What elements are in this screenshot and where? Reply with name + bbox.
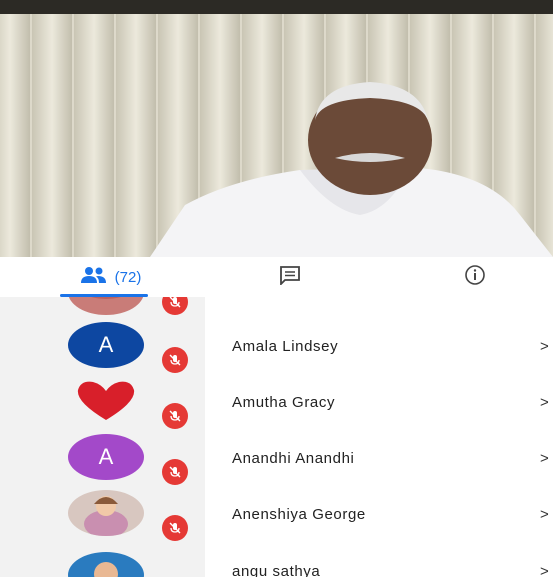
status-bar	[0, 0, 553, 14]
chevron-right-icon[interactable]: >	[540, 394, 549, 411]
mic-muted-icon	[162, 459, 188, 485]
chevron-right-icon[interactable]: >	[540, 563, 549, 577]
info-icon	[464, 264, 486, 291]
curtain-fold	[0, 14, 30, 257]
list-item[interactable]	[0, 297, 553, 325]
list-item[interactable]: A Anandhi Anandhi >	[0, 434, 553, 490]
participant-name: angu sathya	[232, 563, 321, 577]
heart-icon	[77, 381, 135, 420]
participant-name: Anandhi Anandhi	[232, 450, 355, 467]
tab-chat[interactable]	[270, 257, 310, 297]
participant-name: Anenshiya George	[232, 506, 366, 523]
mic-muted-icon	[162, 347, 188, 373]
participant-name: Amutha Gracy	[232, 394, 336, 411]
chat-icon	[279, 265, 301, 290]
avatar	[68, 490, 144, 536]
mic-muted-icon	[162, 297, 188, 315]
avatar: A	[68, 434, 144, 480]
list-item[interactable]: Amutha Gracy >	[0, 378, 553, 434]
tab-bar: (72)	[0, 257, 553, 298]
participant-count: (72)	[114, 268, 142, 286]
participant-list[interactable]: A Amala Lindsey > Amutha Gracy > A Anand…	[0, 297, 553, 577]
chevron-right-icon[interactable]: >	[540, 338, 549, 355]
video-feed[interactable]	[0, 0, 553, 257]
mic-muted-icon	[162, 403, 188, 429]
speaker-video-frame	[0, 0, 553, 257]
curtain-fold	[536, 14, 553, 257]
people-icon	[79, 266, 109, 289]
avatar	[68, 297, 144, 315]
list-item[interactable]: Anenshiya George >	[0, 490, 553, 546]
participant-name: Amala Lindsey	[232, 338, 339, 355]
avatar: A	[68, 322, 144, 368]
curtain-fold	[74, 14, 114, 257]
avatar	[68, 552, 144, 577]
curtain-fold	[32, 14, 72, 257]
avatar-letter: A	[98, 444, 114, 469]
curtain-fold	[116, 14, 156, 257]
tab-participants[interactable]: (72)	[55, 257, 165, 297]
tab-info[interactable]	[455, 257, 495, 297]
avatar	[68, 378, 144, 424]
avatar-letter: A	[98, 332, 114, 357]
chevron-right-icon[interactable]: >	[540, 506, 549, 523]
list-item[interactable]: A Amala Lindsey >	[0, 322, 553, 378]
mic-muted-icon	[162, 515, 188, 541]
chevron-right-icon[interactable]: >	[540, 450, 549, 467]
list-item[interactable]: angu sathya >	[0, 546, 553, 577]
